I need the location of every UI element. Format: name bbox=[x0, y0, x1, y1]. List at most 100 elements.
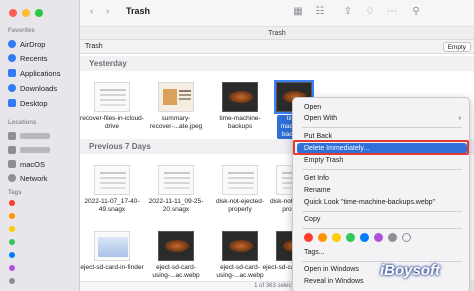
sidebar-item-label: AirDrop bbox=[20, 39, 46, 49]
minimize-window-button[interactable] bbox=[22, 9, 30, 17]
tag-icon[interactable]: ♢ bbox=[364, 6, 376, 18]
sidebar-item-network[interactable]: Network bbox=[8, 172, 76, 184]
menu-tag-row bbox=[304, 233, 411, 242]
file-thumbnail bbox=[158, 231, 194, 261]
empty-trash-button[interactable]: Empty bbox=[442, 42, 471, 52]
tag-yellow-icon[interactable] bbox=[332, 233, 341, 242]
sidebar-item-applications[interactable]: Applications bbox=[8, 67, 76, 79]
tag-purple-icon[interactable] bbox=[9, 265, 15, 271]
redacted-label bbox=[20, 147, 50, 153]
tag-orange-icon[interactable] bbox=[318, 233, 327, 242]
window-controls bbox=[9, 9, 43, 17]
applications-icon bbox=[8, 69, 16, 77]
menu-item-empty-trash[interactable]: Empty Trash bbox=[297, 155, 467, 166]
group-icon[interactable]: ☷ bbox=[314, 6, 326, 18]
file-name: eject-sd-card-in-finder bbox=[80, 264, 144, 271]
file-thumbnail bbox=[94, 82, 130, 112]
tag-purple-icon[interactable] bbox=[374, 233, 383, 242]
search-icon[interactable]: ⚲ bbox=[410, 6, 422, 18]
clock-icon bbox=[8, 54, 16, 62]
back-icon[interactable]: ‹ bbox=[90, 6, 93, 18]
menu-item-open-with[interactable]: Open With › bbox=[297, 113, 467, 124]
chevron-right-icon: › bbox=[458, 115, 461, 122]
tag-gray-icon[interactable] bbox=[388, 233, 397, 242]
file-thumbnail bbox=[158, 165, 194, 195]
airdrop-icon bbox=[8, 40, 16, 48]
share-icon[interactable]: ⇧ bbox=[342, 6, 354, 18]
menu-item-copy[interactable]: Copy bbox=[297, 214, 467, 225]
zoom-window-button[interactable] bbox=[35, 9, 43, 17]
menu-item-open[interactable]: Open bbox=[297, 102, 467, 113]
toolbar: ‹ › Trash ▦ ☷ ⇧ ♢ ⋯ ⚲ bbox=[80, 0, 474, 26]
sidebar-item-downloads[interactable]: Downloads bbox=[8, 82, 76, 94]
watermark-logo: iBoysoft bbox=[380, 262, 440, 279]
path-bar: Trash Empty bbox=[80, 40, 474, 54]
sidebar-item-label: Desktop bbox=[20, 98, 48, 108]
menu-item-get-info[interactable]: Get Info bbox=[297, 173, 467, 184]
file-thumbnail bbox=[222, 231, 258, 261]
highlight-outline bbox=[293, 140, 469, 155]
sidebar-item-recents[interactable]: Recents bbox=[8, 52, 76, 64]
locations-header: Locations bbox=[8, 120, 37, 126]
tags-header: Tags bbox=[8, 190, 22, 196]
file-thumbnail bbox=[222, 165, 258, 195]
path-label: Trash bbox=[85, 43, 103, 50]
menu-item-rename[interactable]: Rename bbox=[297, 185, 467, 196]
section-yesterday: Yesterday bbox=[80, 56, 474, 71]
file-name: 2022-11-07_17-40-49.snagx bbox=[84, 198, 140, 213]
tag-red-icon[interactable] bbox=[304, 233, 313, 242]
file-name: summary-recover-...ate.jpeg bbox=[149, 115, 203, 130]
disk-icon bbox=[8, 160, 16, 168]
tag-red-icon[interactable] bbox=[9, 200, 15, 206]
tag-blue-icon[interactable] bbox=[9, 252, 15, 258]
sidebar-item-disk[interactable] bbox=[8, 144, 76, 156]
sidebar: Favorites AirDrop Recents Applications D… bbox=[0, 0, 80, 291]
file-item[interactable]: recover-files-in-icloud-drive bbox=[80, 82, 144, 131]
tag-blue-icon[interactable] bbox=[360, 233, 369, 242]
file-item[interactable]: eject-sd-card-in-finder bbox=[80, 231, 144, 272]
menu-separator bbox=[302, 127, 462, 128]
tag-yellow-icon[interactable] bbox=[9, 226, 15, 232]
file-item[interactable]: 2022-11-07_17-40-49.snagx bbox=[80, 165, 144, 214]
menu-item-quick-look[interactable]: Quick Look "time-machine-backups.webp" bbox=[297, 197, 467, 208]
file-item[interactable]: eject-sd-card-using-...ac.webp bbox=[144, 231, 208, 280]
sidebar-item-label: Recents bbox=[20, 53, 48, 63]
tag-gray-icon[interactable] bbox=[9, 278, 15, 284]
disk-icon bbox=[8, 146, 16, 154]
menu-item-label: Open With bbox=[304, 115, 338, 122]
tag-green-icon[interactable] bbox=[346, 233, 355, 242]
sidebar-item-label: Downloads bbox=[20, 83, 58, 93]
file-thumbnail bbox=[94, 231, 130, 261]
file-thumbnail bbox=[94, 165, 130, 195]
close-window-button[interactable] bbox=[9, 9, 17, 17]
computer-icon bbox=[8, 132, 16, 140]
sidebar-item-airdrop[interactable]: AirDrop bbox=[8, 38, 76, 50]
favorites-header: Favorites bbox=[8, 28, 35, 34]
file-name: eject-sd-card-using-...ac.webp bbox=[152, 264, 200, 279]
network-icon bbox=[8, 174, 16, 182]
desktop-icon bbox=[8, 99, 16, 107]
menu-separator bbox=[302, 169, 462, 170]
more-icon[interactable]: ⋯ bbox=[386, 6, 398, 18]
file-name: 2022-11-11_09-25-20.snagx bbox=[148, 198, 204, 213]
file-thumbnail bbox=[222, 82, 258, 112]
file-name: recover-files-in-icloud-drive bbox=[80, 115, 144, 130]
file-thumbnail bbox=[158, 82, 194, 112]
sidebar-item-label: Applications bbox=[20, 68, 61, 78]
view-grid-icon[interactable]: ▦ bbox=[292, 6, 304, 18]
tag-none-icon[interactable] bbox=[402, 233, 411, 242]
file-item[interactable]: summary-recover-...ate.jpeg bbox=[144, 82, 208, 131]
tag-orange-icon[interactable] bbox=[9, 213, 15, 219]
menu-separator bbox=[302, 211, 462, 212]
download-icon bbox=[8, 84, 16, 92]
forward-icon[interactable]: › bbox=[106, 6, 109, 18]
sidebar-item-computer[interactable] bbox=[8, 130, 76, 142]
tag-green-icon[interactable] bbox=[9, 239, 15, 245]
sidebar-item-label: Network bbox=[20, 173, 48, 183]
tab-trash[interactable]: Trash bbox=[80, 26, 474, 40]
sidebar-item-desktop[interactable]: Desktop bbox=[8, 97, 76, 109]
window-title: Trash bbox=[126, 6, 151, 16]
file-item[interactable]: 2022-11-11_09-25-20.snagx bbox=[144, 165, 208, 214]
menu-item-tags[interactable]: Tags... bbox=[297, 247, 467, 258]
sidebar-item-macos[interactable]: macOS bbox=[8, 158, 76, 170]
